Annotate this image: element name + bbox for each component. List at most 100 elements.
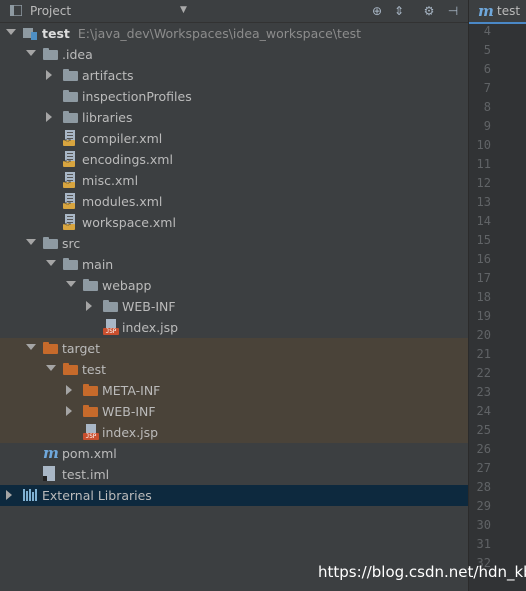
line-number: 10 [476, 138, 491, 152]
tree-row-artifacts[interactable]: artifacts [0, 65, 468, 86]
tree-row-inspectionprofiles[interactable]: inspectionProfiles [0, 86, 468, 107]
settings-gear-button[interactable]: ⚙ [421, 3, 437, 19]
tree-row-main[interactable]: main [0, 254, 468, 275]
line-number: 26 [476, 442, 491, 456]
tree-row-compiler-xml[interactable]: compiler.xml [0, 128, 468, 149]
tree-item-label: test E:\java_dev\Workspaces\idea_workspac… [42, 26, 361, 41]
panel-title[interactable]: Project [30, 4, 71, 18]
tree-row-target[interactable]: target [0, 338, 468, 359]
tree-row-libraries[interactable]: libraries [0, 107, 468, 128]
tree-item-name: target [62, 341, 101, 356]
module-icon [23, 26, 37, 40]
expanded-arrow-icon[interactable] [66, 281, 76, 287]
folder-icon [63, 69, 78, 81]
tree-row-index-jsp[interactable]: JSP index.jsp [0, 422, 468, 443]
tree-item-label: META-INF [102, 383, 160, 398]
expanded-arrow-icon[interactable] [26, 239, 36, 245]
xml-file-icon [63, 193, 77, 209]
editor-area: m test 4 5 6 7 8 9 10 11 12 13 14 15 16 17 18 19 20 21 22 2… [468, 0, 526, 591]
xml-file-icon [63, 214, 77, 230]
line-number: 5 [483, 43, 491, 57]
tree-item-label: test.iml [62, 467, 109, 482]
tree-row-idea[interactable]: .idea [0, 44, 468, 65]
line-number: 18 [476, 290, 491, 304]
tree-row-encodings-xml[interactable]: encodings.xml [0, 149, 468, 170]
tree-item-name: test.iml [62, 467, 110, 482]
expanded-arrow-icon[interactable] [46, 365, 56, 371]
folder-icon [83, 384, 98, 396]
xml-file-icon [63, 130, 77, 146]
project-panel: Project ▼ ⊕ ⇕ ⚙ ⊣ test E:\java_dev\Worksp… [0, 0, 468, 591]
tree-row-test[interactable]: test [0, 359, 468, 380]
line-number: 4 [483, 24, 491, 38]
line-number: 15 [476, 233, 491, 247]
tree-item-label: .idea [62, 47, 93, 62]
tree-item-name: WEB-INF [102, 404, 156, 419]
expanded-arrow-icon[interactable] [46, 260, 56, 266]
line-number: 23 [476, 385, 491, 399]
tree-row-src[interactable]: src [0, 233, 468, 254]
tree-item-name: inspectionProfiles [82, 89, 192, 104]
tree-row-web-inf[interactable]: WEB-INF [0, 296, 468, 317]
folder-icon [43, 48, 58, 60]
collapsed-arrow-icon[interactable] [66, 406, 72, 416]
collapsed-arrow-icon[interactable] [46, 112, 52, 122]
tree-item-name: webapp [102, 278, 152, 293]
watermark: https://blog.csdn.net/hdn_kb [318, 563, 526, 581]
collapsed-arrow-icon[interactable] [6, 490, 12, 500]
tree-item-label: misc.xml [82, 173, 138, 188]
project-tree: test E:\java_dev\Workspaces\idea_workspac… [0, 23, 468, 591]
editor-tab-test[interactable]: m test [469, 0, 526, 24]
tree-item-label: compiler.xml [82, 131, 162, 146]
line-number: 9 [483, 119, 491, 133]
scroll-from-source-button[interactable]: ⊕ [369, 3, 385, 19]
external-libraries-icon [23, 489, 39, 501]
tree-item-name: workspace.xml [82, 215, 176, 230]
expanded-arrow-icon[interactable] [26, 344, 36, 350]
tree-item-label: WEB-INF [122, 299, 176, 314]
tree-row-misc-xml[interactable]: misc.xml [0, 170, 468, 191]
line-number: 19 [476, 309, 491, 323]
tree-item-label: WEB-INF [102, 404, 156, 419]
collapsed-arrow-icon[interactable] [86, 301, 92, 311]
tree-item-label: index.jsp [122, 320, 178, 335]
view-dropdown-icon[interactable]: ▼ [180, 5, 187, 15]
tree-item-name: artifacts [82, 68, 134, 83]
hide-panel-button[interactable]: ⊣ [445, 3, 461, 19]
expanded-arrow-icon[interactable] [26, 50, 36, 56]
line-number: 6 [483, 62, 491, 76]
folder-icon [83, 279, 98, 291]
tree-row-web-inf[interactable]: WEB-INF [0, 401, 468, 422]
tree-item-name: misc.xml [82, 173, 139, 188]
tree-row-webapp[interactable]: webapp [0, 275, 468, 296]
tree-row-pom-xml[interactable]: m pom.xml [0, 443, 468, 464]
collapsed-arrow-icon[interactable] [66, 385, 72, 395]
tree-row-test-iml[interactable]: test.iml [0, 464, 468, 485]
line-number: 14 [476, 214, 491, 228]
line-number: 27 [476, 461, 491, 475]
tree-row-index-jsp[interactable]: JSP index.jsp [0, 317, 468, 338]
folder-icon [83, 405, 98, 417]
line-number: 29 [476, 499, 491, 513]
tree-row-external-libraries[interactable]: External Libraries [0, 485, 468, 506]
tree-item-label: main [82, 257, 113, 272]
tree-row-modules-xml[interactable]: modules.xml [0, 191, 468, 212]
expanded-arrow-icon[interactable] [6, 29, 16, 35]
tree-row-meta-inf[interactable]: META-INF [0, 380, 468, 401]
tree-item-name: pom.xml [62, 446, 117, 461]
tree-row-workspace-xml[interactable]: workspace.xml [0, 212, 468, 233]
folder-icon [63, 90, 78, 102]
line-number: 16 [476, 252, 491, 266]
tree-row-test[interactable]: test E:\java_dev\Workspaces\idea_workspac… [0, 23, 468, 44]
jsp-file-icon: JSP [103, 319, 119, 335]
project-view-icon [10, 5, 22, 16]
line-number: 20 [476, 328, 491, 342]
line-number: 24 [476, 404, 491, 418]
collapsed-arrow-icon[interactable] [46, 70, 52, 80]
line-number: 25 [476, 423, 491, 437]
tree-item-label: libraries [82, 110, 133, 125]
line-number: 21 [476, 347, 491, 361]
tree-item-label: index.jsp [102, 425, 158, 440]
folder-icon [63, 111, 78, 123]
collapse-all-button[interactable]: ⇕ [391, 3, 407, 19]
